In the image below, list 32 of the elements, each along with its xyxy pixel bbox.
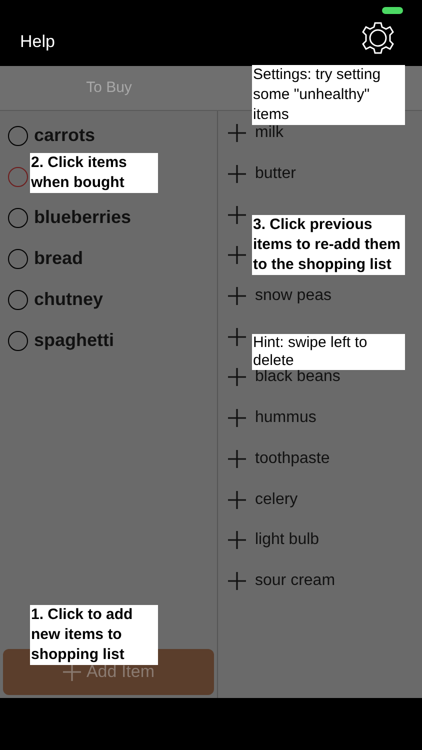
hint-text: 2. Click items when bought	[31, 153, 128, 193]
plus-icon[interactable]	[227, 326, 247, 347]
plus-icon[interactable]	[227, 204, 247, 225]
to-buy-tab[interactable]: To Buy	[0, 66, 218, 110]
hint-text: Hint: swipe left to delete	[253, 334, 368, 370]
previous-item[interactable]: butter	[255, 162, 296, 186]
item-label: chutney	[34, 288, 104, 311]
help-button[interactable]: Help	[20, 28, 55, 54]
plus-icon[interactable]	[227, 448, 247, 469]
item-label: carrots	[34, 124, 96, 147]
plus-icon[interactable]	[227, 245, 247, 266]
previous-item[interactable]: snow peas	[255, 284, 332, 308]
plus-icon[interactable]	[227, 490, 247, 510]
previous-item[interactable]: toothpaste	[255, 446, 330, 471]
previous-item[interactable]: celery	[255, 488, 298, 512]
previous-item[interactable]: light bulb	[255, 528, 320, 552]
settings-icon[interactable]	[360, 20, 396, 56]
plus-icon[interactable]	[227, 164, 247, 184]
item-label: bread	[34, 247, 84, 270]
previous-item[interactable]: sour cream	[255, 568, 336, 593]
hint-text: 3. Click previous items to re-add them to the shopping list	[253, 215, 402, 275]
plus-icon[interactable]	[227, 367, 247, 388]
item-label: spaghetti	[34, 329, 114, 352]
battery-icon	[382, 7, 403, 14]
plus-icon[interactable]	[227, 530, 247, 550]
previous-item[interactable]: hummus	[255, 406, 316, 430]
plus-icon[interactable]	[227, 408, 247, 428]
plus-icon	[62, 662, 82, 682]
plus-icon[interactable]	[227, 123, 247, 144]
item-label: blueberries	[34, 206, 132, 229]
plus-icon[interactable]	[227, 286, 247, 306]
plus-icon[interactable]	[227, 570, 247, 591]
